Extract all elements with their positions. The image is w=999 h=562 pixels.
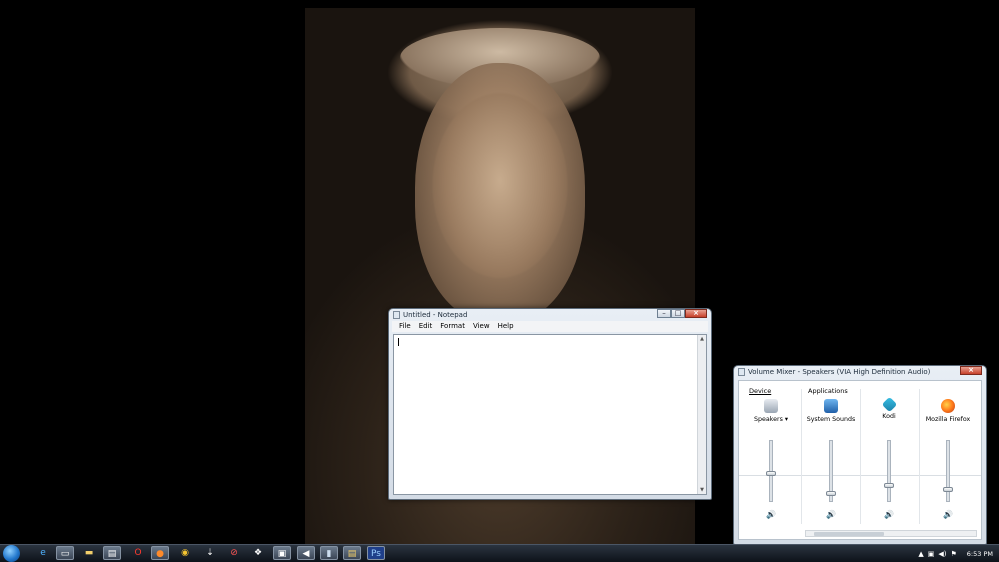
channel-speakers: Speakers ▾ 🔊 (743, 395, 799, 530)
volume-mixer-window[interactable]: Volume Mixer - Speakers (VIA High Defini… (733, 365, 987, 545)
volume-slider-thumb[interactable] (884, 482, 894, 488)
portrait-face (415, 63, 585, 323)
volume-icon[interactable]: ◀ (297, 546, 315, 560)
menu-format[interactable]: Format (437, 321, 470, 332)
speaker-device-icon[interactable] (764, 399, 778, 413)
kodi-icon (881, 396, 897, 413)
separator (801, 389, 802, 524)
channel-kodi: Kodi 🔊 (861, 395, 917, 530)
mute-speaker-icon[interactable]: 🔊 (884, 511, 894, 519)
mixer-body: Device Applications Speakers ▾ 🔊 System … (738, 380, 982, 540)
menu-edit[interactable]: Edit (416, 321, 438, 332)
notepad-title: Untitled - Notepad (403, 311, 468, 319)
folder-icon[interactable]: ▤ (343, 546, 361, 560)
explorer-icon[interactable]: ▬ (80, 546, 98, 560)
app-icon[interactable]: ⊘ (225, 546, 243, 560)
mute-speaker-icon[interactable]: 🔊 (943, 511, 953, 519)
scroll-up-icon[interactable]: ▲ (698, 335, 706, 343)
device-label: Device (749, 387, 772, 395)
volume-slider-thumb[interactable] (943, 486, 953, 492)
mixer-title: Volume Mixer - Speakers (VIA High Defini… (748, 368, 931, 376)
app-icon[interactable]: ▣ (273, 546, 291, 560)
mixer-icon (738, 368, 745, 376)
action-center-icon[interactable]: ⚑ (951, 550, 957, 558)
notepad-titlebar[interactable]: Untitled - Notepad – □ × (389, 309, 711, 321)
caption-buttons: × (960, 366, 982, 375)
volume-tray-icon[interactable]: ◀) (938, 550, 946, 558)
firefox-icon[interactable]: ● (151, 546, 169, 560)
close-button[interactable]: × (960, 366, 982, 375)
photoshop-icon[interactable]: Ps (367, 546, 385, 560)
media-player-icon[interactable]: ▭ (56, 546, 74, 560)
horizontal-scrollbar[interactable] (805, 530, 977, 537)
maximize-button[interactable]: □ (671, 309, 685, 318)
volume-slider-thumb[interactable] (826, 491, 836, 497)
menu-bar: File Edit Format View Help (392, 321, 708, 332)
menu-file[interactable]: File (396, 321, 416, 332)
network-icon[interactable]: ▣ (928, 550, 935, 558)
notepad-task-icon[interactable]: ▤ (103, 546, 121, 560)
volume-slider-thumb[interactable] (766, 471, 776, 477)
channel-name: Kodi (882, 413, 896, 420)
show-hidden-icons-icon[interactable]: ▲ (918, 550, 923, 558)
app-icon[interactable]: ▮ (320, 546, 338, 560)
applications-label: Applications (808, 387, 848, 395)
channel-firefox: Mozilla Firefox 🔊 (920, 395, 976, 530)
app-icon[interactable]: ❖ (249, 546, 267, 560)
notepad-icon (393, 311, 400, 319)
caption-buttons: – □ × (657, 309, 707, 318)
channel-system-sounds: System Sounds 🔊 (803, 395, 859, 530)
menu-help[interactable]: Help (495, 321, 519, 332)
minimize-button[interactable]: – (657, 309, 671, 318)
mute-speaker-icon[interactable]: 🔊 (826, 511, 836, 519)
system-sounds-icon (824, 399, 838, 413)
volume-slider-track[interactable] (887, 440, 891, 502)
mixer-titlebar[interactable]: Volume Mixer - Speakers (VIA High Defini… (734, 366, 986, 378)
clock[interactable]: 6:53 PM (967, 550, 993, 558)
system-tray: ▲ ▣ ◀) ⚑ 6:53 PM (918, 545, 993, 562)
notepad-window[interactable]: Untitled - Notepad – □ × File Edit Forma… (388, 308, 712, 500)
firefox-icon (941, 399, 955, 413)
volume-slider-track[interactable] (946, 440, 950, 502)
menu-view[interactable]: View (470, 321, 495, 332)
vertical-scrollbar[interactable]: ▲ ▼ (697, 335, 706, 494)
ie-icon[interactable]: e (34, 546, 52, 560)
channel-name: System Sounds (806, 416, 856, 423)
scroll-thumb[interactable] (814, 532, 884, 536)
kodi-icon[interactable]: ⇣ (201, 546, 219, 560)
close-button[interactable]: × (685, 309, 707, 318)
text-caret (398, 338, 399, 346)
scroll-down-icon[interactable]: ▼ (698, 486, 706, 494)
chrome-icon[interactable]: ◉ (176, 546, 194, 560)
start-button[interactable] (3, 545, 20, 562)
mute-speaker-icon[interactable]: 🔊 (766, 511, 776, 519)
taskbar: e ▭ ▬ ▤ O ● ◉ ⇣ ⊘ ❖ ▣ ◀ ▮ ▤ Ps ▲ ▣ ◀) ⚑ … (0, 544, 999, 562)
opera-icon[interactable]: O (129, 546, 147, 560)
text-editor[interactable]: ▲ ▼ (393, 334, 707, 495)
channel-name[interactable]: Speakers ▾ (743, 416, 799, 423)
channel-name: Mozilla Firefox (925, 416, 971, 423)
